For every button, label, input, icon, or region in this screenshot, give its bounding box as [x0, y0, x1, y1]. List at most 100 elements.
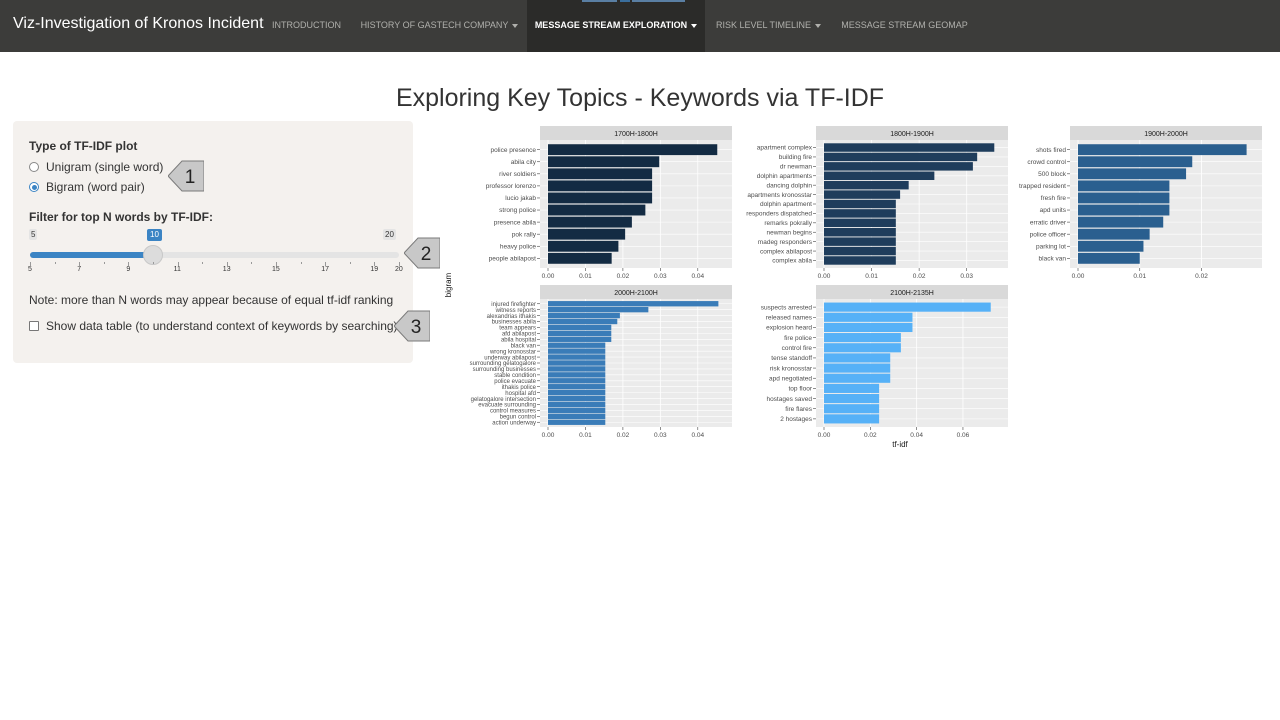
bar — [824, 404, 880, 414]
y-tick-label: parking lot — [1036, 243, 1066, 250]
y-tick-label: explosion heard — [766, 325, 812, 332]
y-tick-label: apartments kronosstar — [747, 192, 813, 199]
x-tick-label: 0.00 — [1072, 273, 1085, 280]
bar — [548, 318, 618, 325]
x-tick-label: 0.04 — [910, 432, 923, 439]
y-tick-label: fire flares — [785, 406, 812, 413]
x-tick-label: 0.02 — [864, 432, 877, 439]
x-tick-label: 0.04 — [691, 273, 704, 280]
bar — [548, 366, 606, 372]
x-tick-label: 0.01 — [1133, 273, 1146, 280]
x-tick-label: 0.02 — [1195, 273, 1208, 280]
x-tick-label: 0.02 — [617, 273, 630, 280]
x-tick-label: 0.00 — [818, 432, 831, 439]
y-tick-label: pok rally — [512, 231, 537, 238]
bar — [824, 343, 901, 353]
y-tick-label: heavy police — [500, 243, 537, 250]
bar — [824, 333, 901, 343]
bar — [548, 360, 606, 366]
bar — [824, 152, 978, 162]
y-tick-label: 2 hostages — [780, 416, 813, 423]
y-tick-label: tense standoff — [771, 355, 812, 362]
bar — [548, 216, 632, 228]
tfidf-faceted-bar-chart: 1700H-1800H 0.00 0.01 0.02 0.03 0.04 police pr… — [444, 126, 1262, 449]
bar — [548, 372, 606, 378]
bar — [824, 180, 909, 190]
bar — [824, 190, 901, 199]
y-tick-label: building fire — [779, 154, 813, 161]
facet-title: 1900H-2000H — [1144, 131, 1188, 138]
y-tick-label: black van — [1039, 256, 1067, 263]
y-tick-label: apd units — [1040, 207, 1067, 214]
bar — [1078, 156, 1193, 168]
y-tick-label: police officer — [1030, 231, 1067, 238]
y-tick-label: river soldiers — [499, 171, 537, 178]
facet-title: 2100H-2135H — [890, 290, 934, 297]
y-tick-label: 500 block — [1038, 171, 1067, 178]
bar — [548, 354, 606, 360]
bar — [548, 401, 606, 408]
bar — [824, 218, 896, 228]
bar — [548, 156, 660, 168]
y-tick-label: action underway — [492, 420, 536, 426]
bar — [824, 414, 880, 424]
x-tick-label: 0.00 — [542, 432, 555, 439]
bar — [824, 322, 913, 333]
bar — [548, 419, 606, 425]
x-tick-label: 0.02 — [913, 273, 926, 280]
x-tick-label: 0.06 — [957, 432, 970, 439]
y-tick-label: suspects arrested — [761, 304, 813, 311]
bar — [548, 348, 606, 354]
bar — [1078, 216, 1164, 228]
y-tick-label: professor lorenzo — [486, 183, 537, 190]
facet-title: 1700H-1800H — [614, 131, 658, 138]
y-tick-label: abila city — [511, 159, 537, 166]
bar — [548, 252, 612, 264]
bar — [824, 373, 891, 383]
bar — [1078, 204, 1170, 216]
y-tick-label: dolphin apartments — [757, 173, 813, 180]
y-tick-label: complex abila — [772, 258, 812, 265]
y-tick-label: lucio jakab — [505, 195, 536, 202]
bar — [824, 228, 896, 237]
x-tick-label: 0.01 — [579, 432, 592, 439]
y-tick-label: released names — [766, 314, 813, 321]
y-tick-label: complex abilapost — [760, 248, 812, 255]
bar — [824, 237, 896, 246]
bar — [548, 144, 718, 156]
bar — [824, 363, 891, 373]
bar — [824, 143, 995, 152]
bar — [548, 307, 649, 313]
bar — [548, 407, 606, 414]
bar — [824, 256, 896, 265]
y-tick-label: fire police — [784, 335, 812, 342]
bar — [548, 330, 612, 337]
bar — [548, 192, 653, 204]
y-tick-label: presence abila — [494, 219, 537, 226]
bar — [1078, 240, 1144, 252]
x-tick-label: 0.01 — [579, 273, 592, 280]
bar — [824, 383, 880, 393]
bar — [1078, 228, 1150, 240]
bar — [548, 389, 606, 396]
facet-title: 1800H-1900H — [890, 131, 934, 138]
y-tick-label: apd negotiated — [769, 375, 812, 382]
bar — [824, 302, 991, 312]
bar — [1078, 180, 1170, 192]
bar — [824, 162, 973, 171]
y-tick-label: erratic driver — [1030, 219, 1067, 226]
bar — [548, 384, 606, 390]
y-tick-label: control fire — [782, 345, 813, 352]
bar — [548, 342, 606, 348]
bar — [824, 199, 896, 209]
y-tick-label: shots fired — [1036, 147, 1066, 154]
y-tick-label: trapped resident — [1019, 183, 1066, 190]
y-tick-label: top floor — [789, 386, 813, 393]
y-tick-label: dancing dolphin — [766, 182, 812, 189]
bar — [824, 209, 896, 218]
bar — [1078, 252, 1140, 264]
y-tick-label: police presence — [490, 147, 536, 154]
y-tick-label: risk kronosstar — [770, 365, 813, 372]
y-tick-label: newman begins — [766, 229, 812, 236]
y-tick-label: dr newman — [780, 164, 813, 171]
